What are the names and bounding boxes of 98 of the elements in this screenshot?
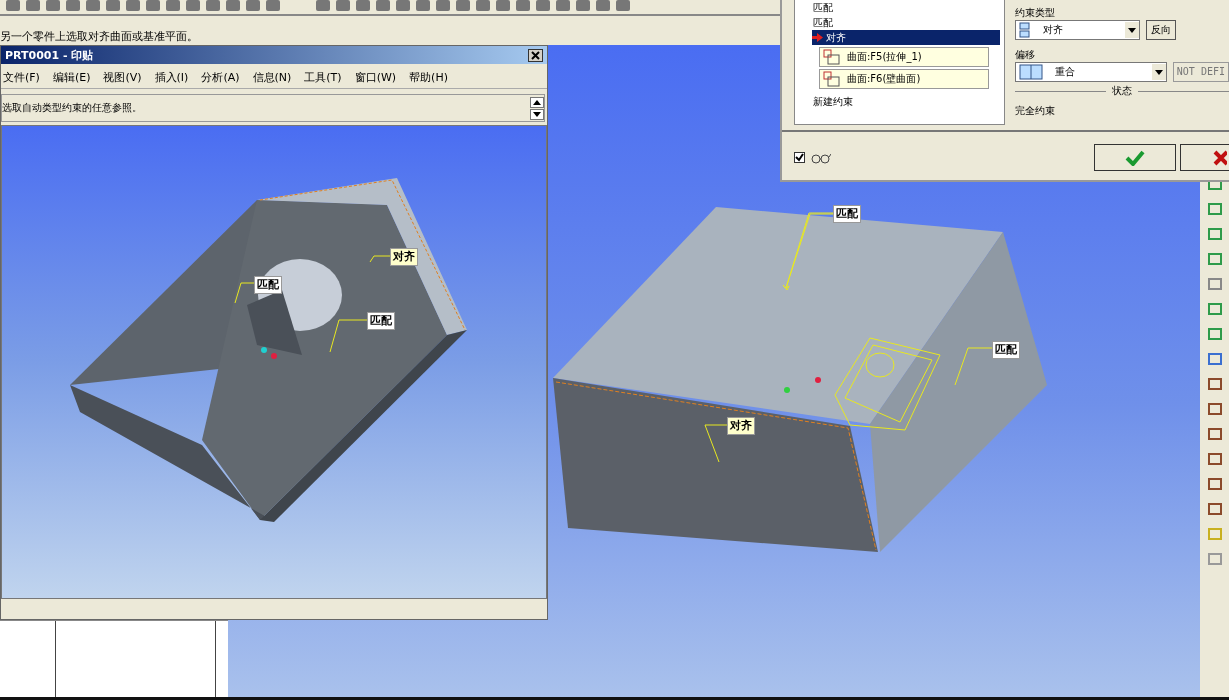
- toolbar-icon[interactable]: [336, 0, 350, 11]
- toolbar-icon[interactable]: [246, 0, 260, 11]
- tool-icon[interactable]: [1206, 376, 1223, 392]
- toolbar-icon[interactable]: [6, 0, 20, 11]
- toolbar-icon[interactable]: [356, 0, 370, 11]
- toolbar-icon[interactable]: [576, 0, 590, 11]
- dropdown-arrow-icon: [1154, 69, 1163, 75]
- tool-icon[interactable]: [1206, 251, 1223, 267]
- tool-icon[interactable]: [1206, 301, 1223, 317]
- toolbar-icon[interactable]: [376, 0, 390, 11]
- glasses-icon[interactable]: [811, 151, 831, 164]
- toolbar-icon[interactable]: [66, 0, 80, 11]
- group-label: 状态: [1111, 84, 1132, 98]
- tool-icon[interactable]: [1206, 226, 1223, 242]
- menu-item[interactable]: 信息(N): [252, 70, 292, 88]
- annotation-label: 匹配: [992, 341, 1020, 359]
- toolbar-icon[interactable]: [516, 0, 530, 11]
- leader-line: [704, 424, 728, 463]
- toolbar-icon[interactable]: [616, 0, 630, 11]
- toolbar-icon[interactable]: [316, 0, 330, 11]
- dropdown-value: 重合: [1054, 65, 1075, 79]
- list-item[interactable]: 匹配: [813, 15, 1004, 30]
- leader-line: [234, 282, 255, 304]
- flip-button[interactable]: 反向: [1145, 20, 1176, 40]
- tool-icon[interactable]: [1206, 276, 1223, 292]
- toolbar-icon[interactable]: [596, 0, 610, 11]
- toolbar-icon[interactable]: [86, 0, 100, 11]
- menu-item[interactable]: 编辑(E): [52, 70, 91, 88]
- toolbar-icon[interactable]: [186, 0, 200, 11]
- toolbar-icon[interactable]: [146, 0, 160, 11]
- list-item[interactable]: 匹配: [813, 0, 1004, 15]
- annotation-label: 对齐: [390, 248, 418, 266]
- annotation-label: 匹配: [254, 276, 282, 294]
- toolbar-icon[interactable]: [126, 0, 140, 11]
- reference-label: 曲面:F5(拉伸_1): [847, 50, 922, 64]
- window-title: PRT0001 - 印贴: [5, 47, 95, 63]
- message-text: 另一个零件上选取对齐曲面或基准平面。: [0, 30, 198, 44]
- tool-icon[interactable]: [1206, 326, 1223, 342]
- toolbar-icon[interactable]: [496, 0, 510, 11]
- constraint-type-dropdown[interactable]: 对齐: [1014, 20, 1140, 40]
- toolbar-icon[interactable]: [46, 0, 60, 11]
- leader-line: [954, 347, 993, 386]
- tool-icon[interactable]: [1206, 351, 1223, 367]
- menu-item[interactable]: 插入(I): [154, 70, 189, 88]
- menu-item[interactable]: 视图(V): [103, 70, 142, 88]
- toolbar-icon[interactable]: [226, 0, 240, 11]
- menu-item[interactable]: 窗口(W): [354, 70, 397, 88]
- prompt-text: 选取自动类型约束的任意参照。: [2, 101, 143, 115]
- toolbar-icon[interactable]: [416, 0, 430, 11]
- tool-icon[interactable]: [1206, 501, 1223, 517]
- tool-icon[interactable]: [1206, 401, 1223, 417]
- close-icon: [531, 50, 540, 60]
- ok-button[interactable]: [1094, 144, 1176, 171]
- tool-icon[interactable]: [1206, 551, 1223, 567]
- toolbar-icon[interactable]: [166, 0, 180, 11]
- reference-item[interactable]: 曲面:F6(壁曲面): [819, 69, 989, 89]
- toolbar-icon[interactable]: [266, 0, 280, 11]
- field-label: 约束类型: [1014, 6, 1056, 20]
- toolbar-icon[interactable]: [476, 0, 490, 11]
- reference-label: 曲面:F6(壁曲面): [847, 72, 921, 86]
- toolbar-icon[interactable]: [396, 0, 410, 11]
- toolbar-icon[interactable]: [436, 0, 450, 11]
- toolbar-icon[interactable]: [106, 0, 120, 11]
- toolbar-icon[interactable]: [536, 0, 550, 11]
- menu-item[interactable]: 工具(T): [304, 70, 342, 88]
- reference-item[interactable]: 曲面:F5(拉伸_1): [819, 47, 989, 67]
- menu-item[interactable]: 文件(F): [3, 70, 40, 88]
- annotation-label: 匹配: [367, 312, 395, 330]
- offset-field[interactable]: NOT DEFI: [1172, 62, 1229, 82]
- checkmark-icon: [1125, 149, 1145, 166]
- check-icon: [795, 153, 804, 162]
- cross-icon: [1213, 149, 1227, 166]
- status-text: 完全约束: [1014, 104, 1056, 118]
- leader-line: [329, 319, 368, 353]
- toolbar-icon[interactable]: [556, 0, 570, 11]
- annotation-label: 对齐: [727, 417, 755, 435]
- menu-item[interactable]: 帮助(H): [409, 70, 448, 88]
- tool-icon[interactable]: [1206, 426, 1223, 442]
- tool-icon[interactable]: [1206, 476, 1223, 492]
- toolbar-icon[interactable]: [26, 0, 40, 11]
- menu-item[interactable]: 分析(A): [201, 70, 240, 88]
- tool-icon[interactable]: [1206, 451, 1223, 467]
- toolbar-icon[interactable]: [456, 0, 470, 11]
- dropdown-arrow-icon: [1127, 27, 1136, 33]
- toolbar-icon[interactable]: [206, 0, 220, 11]
- annotation-label: 匹配: [833, 205, 861, 223]
- cancel-button[interactable]: [1180, 144, 1229, 171]
- close-button[interactable]: [528, 48, 543, 62]
- leader-line: [369, 255, 391, 263]
- tool-icon[interactable]: [1206, 201, 1223, 217]
- list-item-label: 对齐: [826, 31, 846, 45]
- dropdown-value: 对齐: [1042, 23, 1063, 37]
- list-item[interactable]: 新建约束: [813, 95, 1004, 109]
- preview-checkbox[interactable]: [794, 152, 805, 163]
- arrow-icon: [812, 33, 823, 42]
- list-item[interactable]: 对齐: [812, 30, 1000, 45]
- offset-dropdown[interactable]: 重合: [1014, 62, 1167, 82]
- field-label: 偏移: [1014, 48, 1036, 62]
